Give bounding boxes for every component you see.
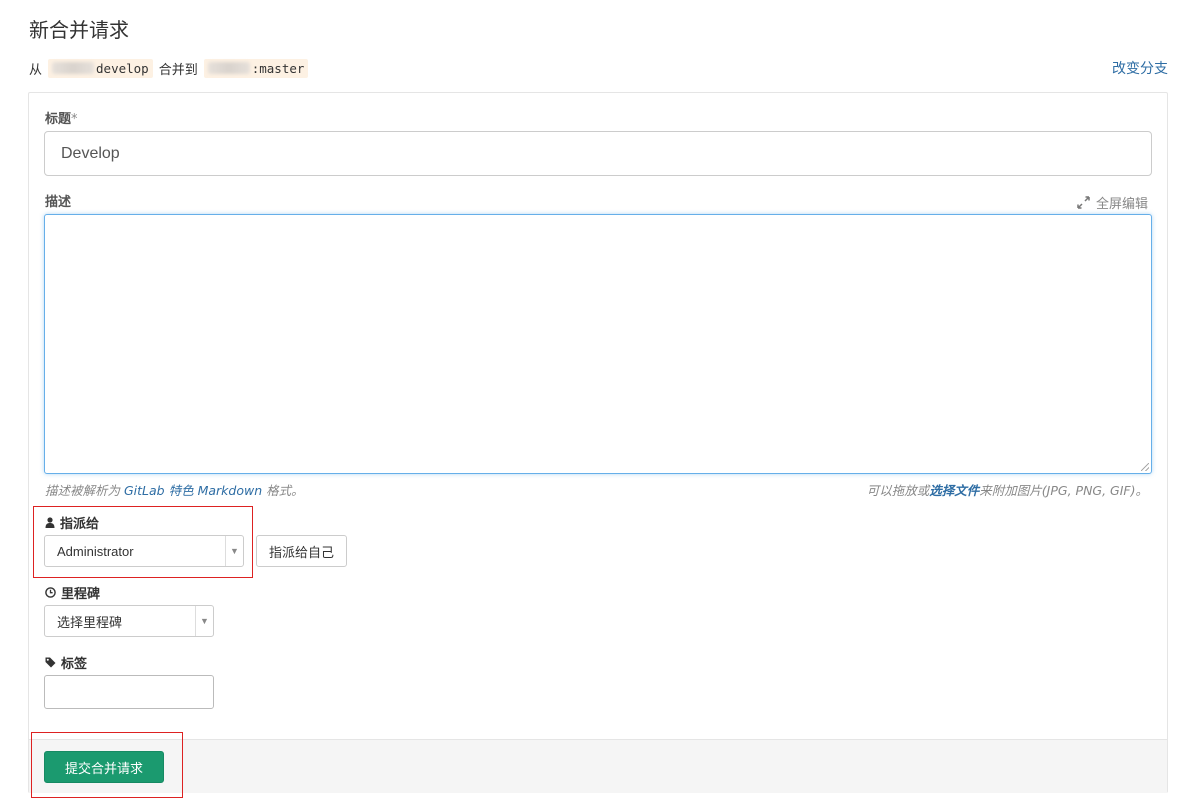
description-textarea[interactable] — [44, 214, 1152, 474]
fullscreen-edit-button[interactable]: 全屏编辑 — [1077, 193, 1148, 212]
caret-down-icon: ▼ — [225, 536, 243, 566]
assignee-label: 指派给 — [45, 513, 99, 532]
assignee-value: Administrator — [57, 543, 134, 559]
assignee-select[interactable]: Administrator ▼ — [44, 535, 244, 567]
labels-input[interactable] — [44, 675, 214, 709]
tag-icon — [45, 657, 56, 668]
milestone-value: 选择里程碑 — [57, 614, 123, 630]
target-branch-chip: :master — [203, 58, 309, 78]
form-actions: 提交合并请求 — [29, 739, 1167, 793]
assign-to-me-button[interactable]: 指派给自己 — [256, 535, 347, 567]
branch-from-prefix: 从 — [29, 62, 43, 78]
clock-icon — [45, 587, 56, 598]
labels-label: 标签 — [45, 653, 87, 672]
title-label: 标题* — [45, 112, 78, 127]
target-branch-name: :master — [251, 60, 305, 76]
markdown-hint: 描述被解析为 GitLab 特色 Markdown 格式。 — [45, 483, 304, 498]
title-input-value: Develop — [61, 144, 120, 162]
merge-into-text: 合并到 — [158, 62, 198, 78]
page-title: 新合并请求 — [29, 18, 129, 42]
description-label: 描述 — [45, 195, 72, 210]
change-branch-link[interactable]: 改变分支 — [1112, 58, 1168, 78]
fullscreen-label: 全屏编辑 — [1095, 197, 1148, 212]
title-input[interactable]: Develop — [44, 131, 1152, 176]
resize-handle[interactable] — [1141, 463, 1149, 471]
source-branch-chip: develop — [48, 58, 153, 78]
expand-icon — [1077, 196, 1090, 209]
caret-down-icon: ▼ — [195, 606, 213, 636]
user-icon — [45, 517, 55, 528]
submit-merge-request-button[interactable]: 提交合并请求 — [44, 751, 164, 783]
markdown-help-link[interactable]: GitLab 特色 Markdown — [124, 483, 262, 498]
attach-hint: 可以拖放或选择文件来附加图片(JPG, PNG, GIF)。 — [866, 483, 1148, 498]
redacted-namespace — [52, 62, 95, 74]
milestone-label: 里程碑 — [45, 583, 100, 602]
redacted-namespace — [207, 62, 250, 74]
merge-request-form: 标题* Develop 描述 全屏编辑 描述被解析为 GitLab 特色 Mar… — [28, 92, 1168, 793]
milestone-select[interactable]: 选择里程碑 ▼ — [44, 605, 214, 637]
branch-info: 从 develop 合并到 :master — [29, 57, 309, 79]
source-branch-name: develop — [96, 60, 149, 76]
required-marker: * — [71, 112, 78, 127]
choose-file-link[interactable]: 选择文件 — [929, 483, 979, 498]
